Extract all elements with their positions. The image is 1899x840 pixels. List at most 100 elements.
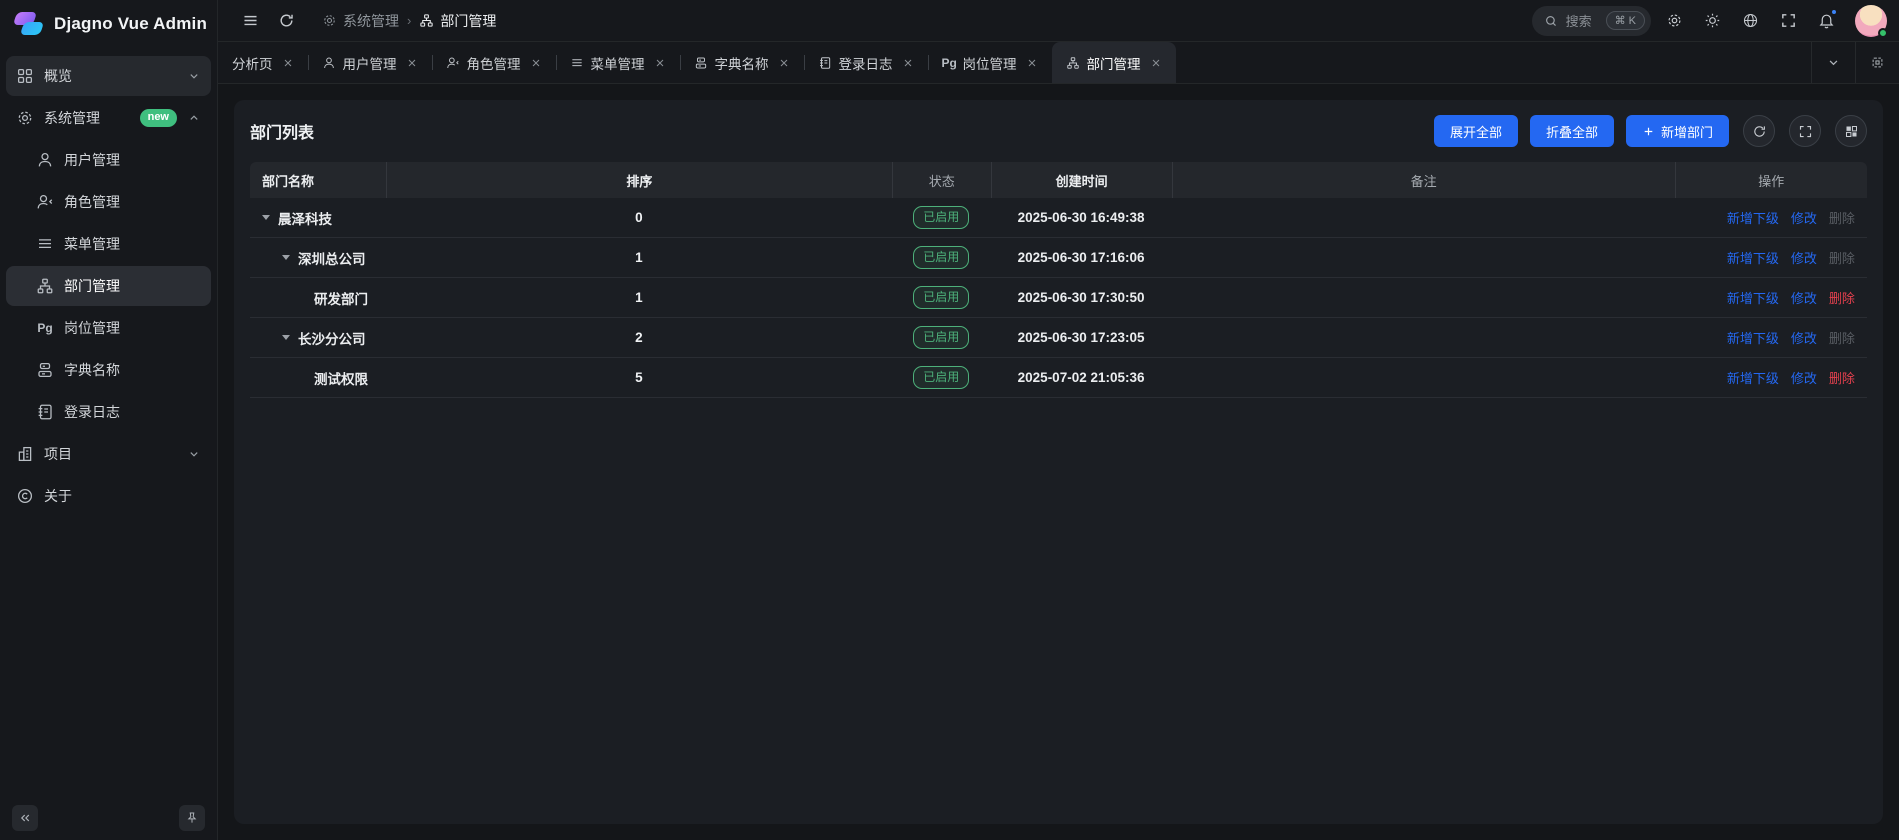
expand-all-button[interactable]: 展开全部 — [1434, 115, 1518, 147]
edit-link[interactable]: 修改 — [1791, 328, 1817, 347]
tab-positions[interactable]: Pg 岗位管理 — [928, 42, 1052, 83]
content-maximize-button[interactable] — [1855, 42, 1899, 83]
sidebar-item-label: 登录日志 — [64, 402, 120, 422]
sidebar-item-overview[interactable]: 概览 — [6, 56, 211, 96]
pin-sidebar-button[interactable] — [179, 805, 205, 831]
notifications-button[interactable] — [1811, 6, 1841, 36]
grid-icon — [16, 67, 34, 85]
collapse-all-button[interactable]: 折叠全部 — [1530, 115, 1614, 147]
notification-dot — [1830, 8, 1838, 16]
sidebar-item-about[interactable]: 关于 — [6, 476, 211, 516]
created-time: 2025-07-02 21:05:36 — [991, 370, 1172, 385]
tab-menus[interactable]: 菜单管理 — [556, 42, 680, 83]
add-child-link[interactable]: 新增下级 — [1727, 248, 1779, 267]
page-title: 部门列表 — [250, 119, 1422, 143]
tree-collapse-arrow[interactable] — [282, 255, 290, 260]
new-badge: new — [140, 109, 177, 126]
settings-button[interactable] — [1659, 6, 1689, 36]
tab-analysis[interactable]: 分析页 — [218, 42, 308, 83]
language-button[interactable] — [1735, 6, 1765, 36]
add-department-button[interactable]: 新增部门 — [1626, 115, 1729, 147]
refresh-page-button[interactable] — [272, 7, 300, 35]
close-icon[interactable] — [902, 57, 914, 69]
chevron-up-icon — [187, 111, 201, 125]
tab-dictionary[interactable]: 字典名称 — [680, 42, 804, 83]
sidebar-item-dictionary[interactable]: 字典名称 — [6, 350, 211, 390]
delete-link: 删除 — [1829, 328, 1855, 347]
sidebar-item-users[interactable]: 用户管理 — [6, 140, 211, 180]
tab-departments[interactable]: 部门管理 — [1052, 42, 1176, 83]
tab-list-dropdown-button[interactable] — [1811, 42, 1855, 83]
layout-icon — [1844, 124, 1859, 139]
sidebar-item-project[interactable]: 项目 — [6, 434, 211, 474]
fullscreen-button[interactable] — [1773, 6, 1803, 36]
close-icon[interactable] — [778, 57, 790, 69]
tab-bar: 分析页 用户管理 角色管理 菜单管理 字典名称 — [218, 42, 1899, 84]
edit-link[interactable]: 修改 — [1791, 288, 1817, 307]
avatar[interactable] — [1855, 5, 1887, 37]
close-icon[interactable] — [530, 57, 542, 69]
tab-users[interactable]: 用户管理 — [308, 42, 432, 83]
close-icon[interactable] — [1150, 57, 1162, 69]
toggle-sidebar-button[interactable] — [236, 7, 264, 35]
sidebar-item-roles[interactable]: 角色管理 — [6, 182, 211, 222]
table-fullscreen-button[interactable] — [1789, 115, 1821, 147]
status-badge: 已启用 — [913, 326, 969, 349]
online-status-dot — [1878, 28, 1888, 38]
delete-link[interactable]: 删除 — [1829, 288, 1855, 307]
search-input[interactable]: 搜索 ⌘ K — [1532, 6, 1651, 36]
close-icon[interactable] — [1026, 57, 1038, 69]
org-icon — [36, 277, 54, 295]
sidebar-item-login-logs[interactable]: 登录日志 — [6, 392, 211, 432]
breadcrumb-item-system[interactable]: 系统管理 — [322, 11, 399, 31]
pg-icon: Pg — [942, 56, 956, 70]
delete-link[interactable]: 删除 — [1829, 368, 1855, 387]
breadcrumb-separator: › — [407, 13, 411, 28]
refresh-table-button[interactable] — [1743, 115, 1775, 147]
dict-icon — [36, 361, 54, 379]
collapse-sidebar-button[interactable] — [12, 805, 38, 831]
page-content: 部门列表 展开全部 折叠全部 新增部门 — [218, 84, 1899, 840]
tab-roles[interactable]: 角色管理 — [432, 42, 556, 83]
add-child-link[interactable]: 新增下级 — [1727, 368, 1779, 387]
breadcrumb-item-departments[interactable]: 部门管理 — [419, 11, 496, 31]
breadcrumb: 系统管理 › 部门管理 — [322, 11, 496, 31]
tree-collapse-arrow[interactable] — [262, 215, 270, 220]
edit-link[interactable]: 修改 — [1791, 208, 1817, 227]
user-icon — [322, 56, 336, 70]
top-header: 系统管理 › 部门管理 搜索 ⌘ K — [218, 0, 1899, 42]
app-title: Djagno Vue Admin — [54, 14, 207, 34]
sidebar-item-positions[interactable]: Pg 岗位管理 — [6, 308, 211, 348]
sort-value: 1 — [386, 290, 892, 305]
sidebar-item-label: 关于 — [44, 486, 72, 506]
copyright-icon — [16, 487, 34, 505]
column-settings-button[interactable] — [1835, 115, 1867, 147]
sidebar-item-menus[interactable]: 菜单管理 — [6, 224, 211, 264]
edit-link[interactable]: 修改 — [1791, 368, 1817, 387]
sidebar-item-departments[interactable]: 部门管理 — [6, 266, 211, 306]
menu-list-icon — [36, 235, 54, 253]
column-header-sort: 排序 — [386, 162, 892, 198]
sidebar-item-system[interactable]: 系统管理 new — [6, 98, 211, 138]
tab-login-logs[interactable]: 登录日志 — [804, 42, 928, 83]
column-header-name: 部门名称 — [250, 162, 386, 198]
column-header-status: 状态 — [892, 162, 991, 198]
close-icon[interactable] — [654, 57, 666, 69]
tree-collapse-arrow[interactable] — [282, 335, 290, 340]
search-shortcut-badge: ⌘ K — [1606, 11, 1645, 30]
add-child-link[interactable]: 新增下级 — [1727, 208, 1779, 227]
fullscreen-icon — [1780, 12, 1797, 29]
brand[interactable]: Djagno Vue Admin — [0, 0, 217, 48]
add-child-link[interactable]: 新增下级 — [1727, 328, 1779, 347]
theme-toggle-button[interactable] — [1697, 6, 1727, 36]
add-child-link[interactable]: 新增下级 — [1727, 288, 1779, 307]
close-icon[interactable] — [282, 57, 294, 69]
app-logo-icon — [14, 10, 44, 38]
sun-icon — [1704, 12, 1721, 29]
edit-link[interactable]: 修改 — [1791, 248, 1817, 267]
close-icon[interactable] — [406, 57, 418, 69]
maximize-icon — [1870, 55, 1885, 70]
translate-icon — [1742, 12, 1759, 29]
refresh-icon — [1752, 124, 1767, 139]
department-name: 研发部门 — [314, 288, 368, 308]
